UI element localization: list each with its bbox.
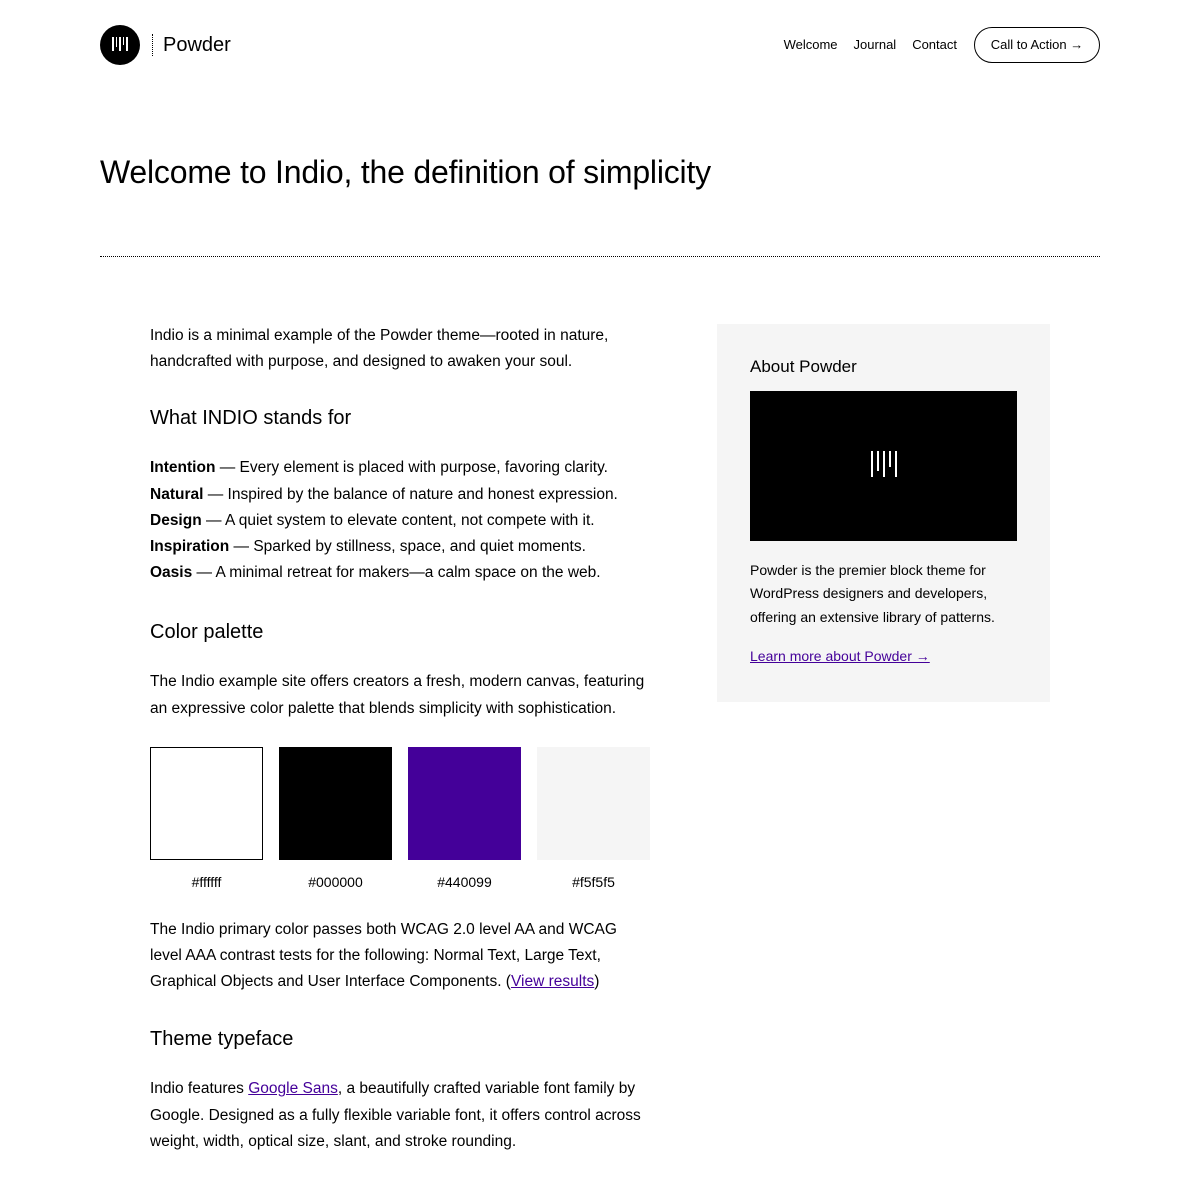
powder-logo-icon — [112, 37, 128, 53]
wcag-paragraph: The Indio primary color passes both WCAG… — [150, 917, 650, 996]
view-results-link[interactable]: View results — [511, 973, 594, 990]
stands-list: Intention — Every element is placed with… — [150, 455, 650, 586]
nav-item-contact[interactable]: Contact — [912, 37, 957, 52]
title-divider — [100, 256, 1100, 257]
sidebar-image — [750, 391, 1017, 541]
swatch-label: #000000 — [308, 873, 363, 890]
swatch-black: #000000 — [279, 746, 392, 891]
nav-item-journal[interactable]: Journal — [854, 37, 897, 52]
stands-desc: — Every element is placed with purpose, … — [215, 459, 608, 477]
stands-desc: — A minimal retreat for makers—a calm sp… — [192, 564, 601, 582]
typeface-heading: Theme typeface — [150, 1028, 294, 1051]
color-swatches: #ffffff #000000 #440099 #f5f5f5 — [150, 746, 650, 891]
main-content: Indio is a minimal example of the Powder… — [150, 323, 650, 1155]
swatch-color-box — [408, 746, 521, 860]
site-logo[interactable] — [100, 25, 140, 65]
page-title: Welcome to Indio, the definition of simp… — [100, 154, 711, 190]
swatch-label: #440099 — [437, 873, 492, 890]
swatch-color-box — [279, 746, 392, 860]
stands-heading: What INDIO stands for — [150, 407, 352, 430]
stands-desc: — Sparked by stillness, space, and quiet… — [229, 538, 586, 556]
nav-item-welcome[interactable]: Welcome — [784, 37, 838, 52]
stands-term: Design — [150, 511, 202, 529]
learn-more-link[interactable]: Learn more about Powder → — [750, 648, 930, 664]
stands-term: Intention — [150, 459, 216, 477]
site-title[interactable]: Powder — [163, 32, 231, 58]
stands-term: Natural — [150, 485, 204, 503]
title-separator — [152, 34, 153, 56]
swatch-color-box — [150, 746, 263, 860]
swatch-label: #ffffff — [191, 873, 222, 890]
typeface-paragraph: Indio features Google Sans, a beautifull… — [150, 1076, 650, 1155]
swatch-label: #f5f5f5 — [572, 873, 615, 890]
swatch-light-gray: #f5f5f5 — [537, 746, 650, 891]
sidebar-heading: About Powder — [750, 357, 857, 376]
intro-paragraph: Indio is a minimal example of the Powder… — [150, 327, 609, 371]
typeface-pre: Indio features — [150, 1080, 249, 1098]
stands-term: Oasis — [150, 564, 193, 582]
stands-desc: — Inspired by the balance of nature and … — [203, 485, 618, 503]
palette-heading: Color palette — [150, 621, 264, 644]
google-sans-link[interactable]: Google Sans — [248, 1080, 338, 1097]
palette-description: The Indio example site offers creators a… — [150, 673, 645, 717]
swatch-white: #ffffff — [150, 746, 263, 891]
about-sidebar: About Powder Powder is the premier block… — [717, 324, 1050, 702]
stands-desc: — A quiet system to elevate content, not… — [201, 511, 595, 529]
main-navigation: Welcome Journal Contact — [784, 37, 957, 52]
swatch-color-box — [537, 746, 650, 860]
sidebar-description: Powder is the premier block theme for Wo… — [750, 562, 995, 625]
stands-term: Inspiration — [150, 538, 230, 556]
swatch-purple: #440099 — [408, 746, 521, 891]
wcag-close: ) — [594, 973, 600, 991]
powder-logo-icon — [870, 451, 897, 481]
call-to-action-button[interactable]: Call to Action → — [974, 27, 1100, 63]
site-header: Powder Welcome Journal Contact Call to A… — [100, 25, 1100, 65]
